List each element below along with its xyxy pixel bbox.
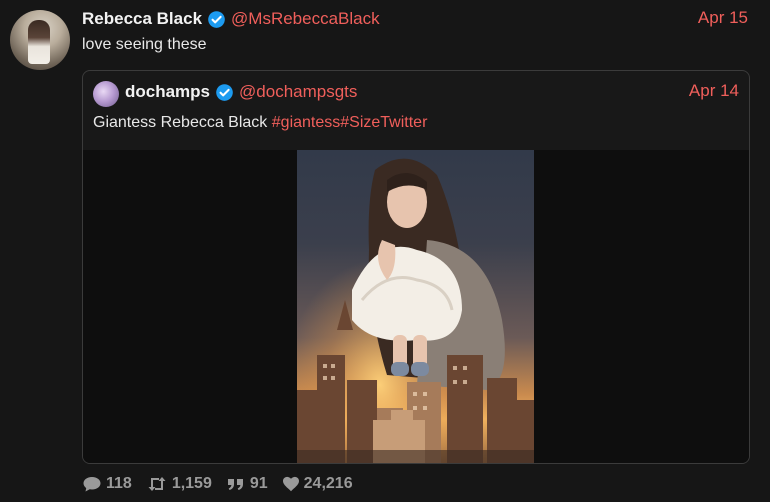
tweet-date[interactable]: Apr 15 xyxy=(698,8,748,28)
tweet-card[interactable]: Rebecca Black @MsRebeccaBlack Apr 15 lov… xyxy=(0,0,770,502)
quoted-tweet-date[interactable]: Apr 14 xyxy=(689,81,739,101)
like-metric[interactable]: 24,216 xyxy=(282,475,353,493)
retweet-metric[interactable]: 1,159 xyxy=(146,475,212,493)
quoted-author-name[interactable]: dochamps xyxy=(125,82,210,102)
reply-count: 118 xyxy=(106,475,132,492)
quote-icon xyxy=(227,479,243,490)
tweet-metrics: 118 1,159 91 24,216 xyxy=(82,474,367,494)
verified-icon xyxy=(208,10,225,28)
heart-icon xyxy=(282,476,299,492)
photo-illustration xyxy=(297,150,534,463)
verified-icon xyxy=(216,83,233,101)
quoted-tweet-header: dochamps @dochampsgts xyxy=(125,81,357,103)
reply-metric[interactable]: 118 xyxy=(82,475,132,493)
author-handle[interactable]: @MsRebeccaBlack xyxy=(231,9,380,29)
author-name[interactable]: Rebecca Black xyxy=(82,9,202,29)
quoted-text-plain: Giantess Rebecca Black xyxy=(93,114,268,131)
quoted-tweet-text: Giantess Rebecca Black #giantess#SizeTwi… xyxy=(93,114,427,132)
quoted-author-handle[interactable]: @dochampsgts xyxy=(239,82,357,102)
hashtag-link[interactable]: #SizeTwitter xyxy=(340,114,427,131)
quoted-author-avatar[interactable] xyxy=(93,81,119,107)
quote-count: 91 xyxy=(249,475,268,492)
retweet-count: 1,159 xyxy=(171,475,212,492)
media-container xyxy=(83,150,749,463)
tweet-photo[interactable] xyxy=(297,150,534,463)
reply-bubble-icon xyxy=(83,477,101,492)
quoted-tweet[interactable]: dochamps @dochampsgts Apr 14 Giantess Re… xyxy=(82,70,750,464)
tweet-text: love seeing these xyxy=(82,36,207,53)
quote-metric[interactable]: 91 xyxy=(226,475,268,493)
hashtag-link[interactable]: #giantess xyxy=(272,114,341,131)
like-count: 24,216 xyxy=(303,475,353,492)
author-avatar[interactable] xyxy=(10,10,70,70)
tweet-header: Rebecca Black @MsRebeccaBlack xyxy=(82,8,380,30)
retweet-icon xyxy=(148,477,166,491)
